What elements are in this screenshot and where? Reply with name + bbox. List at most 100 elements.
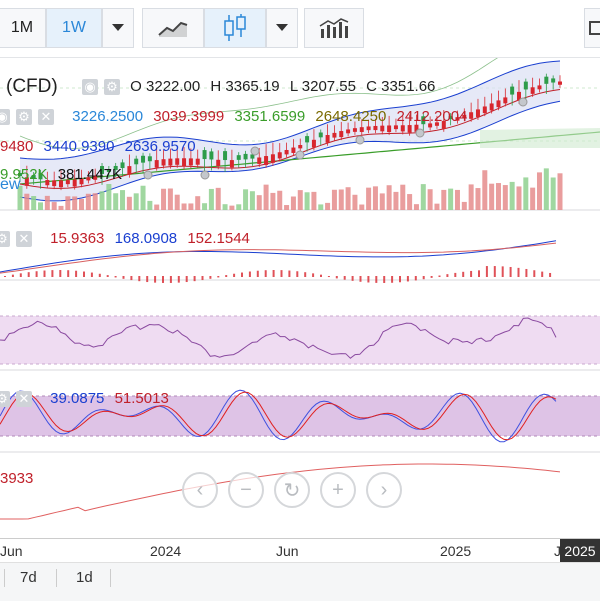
gear-icon[interactable]: ⚙: [16, 109, 32, 126]
volume-bar: [243, 189, 249, 210]
macd-histogram-bar: [154, 276, 157, 283]
reset-button[interactable]: ↻: [274, 472, 310, 508]
scroll-left-button[interactable]: ‹: [182, 472, 218, 508]
close-icon[interactable]: ✕: [16, 391, 32, 408]
close-icon[interactable]: ✕: [16, 231, 32, 248]
chart-area[interactable]: (CFD) ◉ ⚙ O 3222.00 H 3365.19 L 3207.55 C…: [0, 31, 600, 562]
volume-view-link[interactable]: ew: [0, 176, 26, 194]
eye-icon[interactable]: ◉: [0, 109, 10, 126]
zoom-out-button[interactable]: −: [228, 472, 264, 508]
instrument-title: (CFD): [6, 76, 64, 98]
candlestick-chart-type-button[interactable]: [204, 8, 266, 48]
candle-body: [339, 131, 344, 138]
candle-body: [223, 151, 228, 161]
macd-histogram-bar: [138, 276, 141, 282]
macd-histogram-bar: [75, 270, 78, 277]
volume-bar: [133, 193, 139, 210]
chevron-right-icon: ›: [380, 478, 388, 501]
axis-label-2024: 2024: [150, 543, 182, 559]
candle-body: [318, 132, 323, 138]
indicators-button[interactable]: [304, 8, 364, 48]
candle-body: [188, 158, 193, 166]
volume-bar: [31, 196, 37, 210]
close-icon[interactable]: ✕: [38, 109, 54, 126]
volume-bar: [448, 188, 454, 210]
candle-body: [373, 125, 378, 131]
volume-bar: [495, 183, 501, 210]
macd-histogram-bar: [304, 272, 307, 277]
period-1m-button[interactable]: 1M: [0, 8, 46, 48]
volume-bar: [229, 205, 235, 210]
gear-icon[interactable]: ⚙: [104, 79, 120, 96]
bottom-indicator-value: 3933: [0, 470, 34, 487]
zoom-in-button[interactable]: +: [320, 472, 356, 508]
ohlc-high: H 3365.19: [210, 78, 280, 95]
volume-bar: [65, 196, 71, 210]
toolbar-overflow-button[interactable]: [584, 8, 600, 48]
bottom-indicator-legend: 3933: [0, 470, 39, 487]
range-7d-button[interactable]: 7d: [10, 567, 47, 589]
candle-body: [537, 85, 542, 90]
volume-bar: [372, 186, 378, 210]
macd-histogram-bar: [533, 270, 536, 277]
macd-histogram-bar: [272, 270, 275, 277]
macd-histogram-bar: [51, 270, 54, 277]
macd-histogram-bar: [509, 266, 512, 277]
macd-histogram-bar: [185, 276, 188, 283]
scroll-right-button[interactable]: ›: [366, 472, 402, 508]
volume-bar: [154, 204, 160, 210]
macd-histogram-bar: [201, 276, 204, 281]
volume-bar: [393, 191, 399, 210]
minus-icon: −: [240, 478, 252, 501]
volume-bar: [284, 205, 290, 210]
candle-body: [530, 87, 535, 94]
volume-bar: [420, 184, 426, 210]
volume-bar: [502, 185, 508, 210]
macd-histogram-bar: [438, 275, 441, 277]
candle-body: [496, 100, 501, 108]
volume-bar: [318, 204, 324, 210]
ohlc-close: C 3351.66: [366, 78, 436, 95]
volume-bar: [311, 191, 317, 210]
volume-bar: [147, 200, 153, 210]
macd-histogram-bar: [462, 271, 465, 277]
indicators-icon: [319, 18, 349, 38]
volume-bar: [222, 204, 228, 210]
range-1d-button[interactable]: 1d: [66, 567, 103, 589]
axis-label-jun-2023: Jun: [0, 543, 23, 559]
period-1w-button[interactable]: 1W: [46, 8, 102, 48]
line-chart-type-button[interactable]: [142, 8, 204, 48]
volume-bar: [366, 187, 372, 210]
volume-bar: [181, 203, 187, 210]
gear-icon[interactable]: ⚙: [0, 231, 10, 248]
event-marker: [355, 135, 365, 145]
volume-bar: [331, 189, 337, 210]
candle-body: [195, 158, 200, 165]
macd-histogram-bar: [35, 271, 38, 277]
period-dropdown-button[interactable]: [102, 8, 134, 48]
footer-divider: [56, 569, 57, 587]
chart-type-dropdown-button[interactable]: [266, 8, 298, 48]
macd-histogram-bar: [549, 272, 552, 277]
volume-bar: [441, 189, 447, 210]
stoch-value-2: 51.5013: [114, 390, 169, 407]
volume-view-text: ew: [0, 176, 21, 193]
macd-histogram-bar: [430, 276, 433, 278]
volume-bar: [543, 168, 549, 210]
volume-bar: [85, 193, 91, 210]
volume-bar: [51, 202, 57, 210]
stoch-value-1: 39.0875: [50, 390, 105, 407]
eye-icon[interactable]: ◉: [82, 79, 98, 96]
macd-value-3: 152.1544: [187, 230, 250, 247]
candle-body: [298, 144, 303, 149]
macd-histogram-bar: [177, 276, 180, 283]
period-1w-label: 1W: [62, 19, 86, 36]
macd-histogram-bar: [264, 270, 267, 277]
gear-icon[interactable]: ⚙: [0, 391, 10, 408]
candle-body: [175, 158, 180, 165]
ichimoku-value-b: 3440.9390: [43, 138, 115, 155]
candle-body: [154, 160, 159, 168]
volume-value-b: 381.447K: [57, 166, 122, 183]
volume-bar: [208, 188, 214, 210]
macd-histogram-bar: [59, 270, 62, 277]
